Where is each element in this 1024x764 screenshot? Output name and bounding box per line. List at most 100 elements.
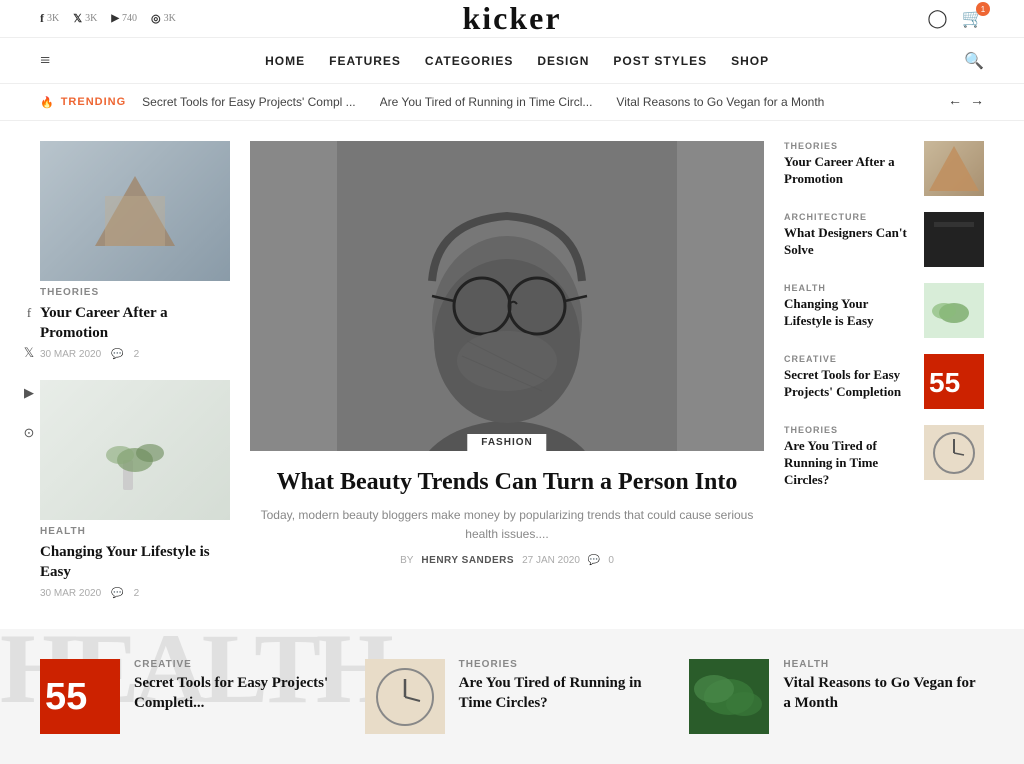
top-bar: f 3K 𝕏 3K ▶ 740 ◎ 3K kicker ◯ 🛒 1	[0, 0, 1024, 38]
left-comments-0: 2	[134, 349, 140, 360]
bottom-card-0: 55 CREATIVE Secret Tools for Easy Projec…	[40, 659, 335, 734]
left-article-1: HEALTH Changing Your Lifestyle is Easy 3…	[40, 380, 230, 599]
trending-prev[interactable]: ←	[948, 94, 962, 110]
right-info-1: ARCHITECTURE What Designers Can't Solve	[784, 212, 914, 259]
featured-date: 27 JAN 2020	[522, 555, 580, 566]
author-name[interactable]: HENRY SANDERS	[421, 555, 514, 566]
left-meta-0: 30 MAR 2020 💬 2	[40, 349, 230, 360]
cart-icon[interactable]: 🛒 1	[962, 8, 984, 29]
featured-comments: 0	[608, 555, 614, 566]
left-thumb-0	[40, 141, 230, 281]
sidebar-facebook-icon[interactable]: f	[15, 299, 43, 327]
youtube-icon: ▶	[111, 13, 119, 24]
user-icon[interactable]: ◯	[927, 8, 947, 29]
bottom-title-1[interactable]: Are You Tired of Running in Time Circles…	[459, 674, 660, 713]
left-category-0: THEORIES	[40, 287, 230, 298]
instagram-count: 3K	[164, 13, 176, 24]
facebook-count: 3K	[47, 13, 59, 24]
trending-item-2[interactable]: Vital Reasons to Go Vegan for a Month	[616, 95, 824, 109]
nav-design[interactable]: DESIGN	[537, 54, 589, 68]
nav-home[interactable]: HOME	[265, 54, 305, 68]
twitter-icon: 𝕏	[73, 12, 82, 25]
social-sidebar: f 𝕏 ▶ ⊙	[15, 299, 43, 447]
left-title-0[interactable]: Your Career After a Promotion	[40, 304, 230, 343]
right-category-2: HEALTH	[784, 283, 914, 293]
left-meta-1: 30 MAR 2020 💬 2	[40, 588, 230, 599]
author-by: BY	[400, 555, 413, 566]
trending-next[interactable]: →	[970, 94, 984, 110]
nav-shop[interactable]: SHOP	[731, 54, 769, 68]
left-date-0: 30 MAR 2020	[40, 349, 101, 360]
left-title-1[interactable]: Changing Your Lifestyle is Easy	[40, 543, 230, 582]
sidebar-twitter-icon[interactable]: 𝕏	[15, 339, 43, 367]
twitter-count: 3K	[85, 13, 97, 24]
bottom-info-2: HEALTH Vital Reasons to Go Vegan for a M…	[783, 659, 984, 713]
bottom-title-2[interactable]: Vital Reasons to Go Vegan for a Month	[783, 674, 984, 713]
right-article-0: THEORIES Your Career After a Promotion	[784, 141, 984, 196]
cart-badge: 1	[976, 2, 990, 16]
facebook-link[interactable]: f 3K	[40, 11, 59, 26]
bottom-title-0[interactable]: Secret Tools for Easy Projects' Completi…	[134, 674, 335, 713]
left-date-1: 30 MAR 2020	[40, 588, 101, 599]
nav-post-styles[interactable]: POST STYLES	[613, 54, 707, 68]
trending-bar: 🔥 TRENDING Secret Tools for Easy Project…	[0, 84, 1024, 121]
center-column: FASHION What Beauty Trends Can Turn a Pe…	[250, 141, 764, 599]
svg-text:55: 55	[929, 367, 960, 398]
comment-icon-1: 💬	[111, 588, 123, 599]
featured-category-tag: FASHION	[467, 434, 546, 451]
right-title-3[interactable]: Secret Tools for Easy Projects' Completi…	[784, 367, 914, 401]
trending-item-0[interactable]: Secret Tools for Easy Projects' Compl ..…	[142, 95, 355, 109]
right-info-0: THEORIES Your Career After a Promotion	[784, 141, 914, 188]
left-comments-1: 2	[134, 588, 140, 599]
featured-title[interactable]: What Beauty Trends Can Turn a Person Int…	[260, 467, 754, 498]
featured-image: FASHION	[250, 141, 764, 451]
trending-item-1[interactable]: Are You Tired of Running in Time Circl..…	[380, 95, 593, 109]
left-category-1: HEALTH	[40, 526, 230, 537]
social-links: f 3K 𝕏 3K ▶ 740 ◎ 3K	[40, 11, 176, 26]
left-column: THEORIES Your Career After a Promotion 3…	[40, 141, 230, 599]
right-thumb-4	[924, 425, 984, 480]
sidebar-instagram-icon[interactable]: ⊙	[15, 419, 43, 447]
youtube-link[interactable]: ▶ 740	[111, 13, 137, 24]
nav-categories[interactable]: CATEGORIES	[425, 54, 513, 68]
instagram-link[interactable]: ◎ 3K	[151, 12, 176, 25]
bottom-info-0: CREATIVE Secret Tools for Easy Projects'…	[134, 659, 335, 713]
right-title-4[interactable]: Are You Tired of Running in Time Circles…	[784, 438, 914, 489]
right-title-1[interactable]: What Designers Can't Solve	[784, 225, 914, 259]
nav-features[interactable]: FEATURES	[329, 54, 401, 68]
right-title-0[interactable]: Your Career After a Promotion	[784, 154, 914, 188]
hamburger-menu[interactable]: ≡	[40, 50, 50, 71]
trending-items: Secret Tools for Easy Projects' Compl ..…	[142, 95, 932, 109]
bottom-category-0: CREATIVE	[134, 659, 335, 670]
sidebar-youtube-icon[interactable]: ▶	[15, 379, 43, 407]
right-category-4: THEORIES	[784, 425, 914, 435]
right-article-3: CREATIVE Secret Tools for Easy Projects'…	[784, 354, 984, 409]
bottom-card-2: HEALTH Vital Reasons to Go Vegan for a M…	[689, 659, 984, 734]
right-title-2[interactable]: Changing Your Lifestyle is Easy	[784, 296, 914, 330]
nav-links: HOME FEATURES CATEGORIES DESIGN POST STY…	[70, 54, 964, 68]
bottom-section-wrap: HEALTH 55 CREATIVE Secret Tools for Easy…	[0, 619, 1024, 764]
site-logo[interactable]: kicker	[462, 0, 561, 37]
search-icon[interactable]: 🔍	[964, 51, 984, 71]
right-info-4: THEORIES Are You Tired of Running in Tim…	[784, 425, 914, 489]
featured-excerpt: Today, modern beauty bloggers make money…	[260, 506, 754, 544]
right-thumb-2	[924, 283, 984, 338]
bottom-section: HEALTH 55 CREATIVE Secret Tools for Easy…	[0, 629, 1024, 764]
featured-text: What Beauty Trends Can Turn a Person Int…	[250, 451, 764, 576]
left-thumb-1	[40, 380, 230, 520]
youtube-count: 740	[122, 13, 137, 24]
right-article-2: HEALTH Changing Your Lifestyle is Easy	[784, 283, 984, 338]
right-thumb-1	[924, 212, 984, 267]
instagram-icon: ◎	[151, 12, 161, 25]
right-category-1: ARCHITECTURE	[784, 212, 914, 222]
right-thumb-3: 55	[924, 354, 984, 409]
featured-meta: BY HENRY SANDERS 27 JAN 2020 💬 0	[260, 555, 754, 566]
bottom-thumb-1	[365, 659, 445, 734]
header-actions: ◯ 🛒 1	[927, 8, 984, 29]
twitter-link[interactable]: 𝕏 3K	[73, 12, 97, 25]
bottom-info-1: THEORIES Are You Tired of Running in Tim…	[459, 659, 660, 713]
left-article-0: THEORIES Your Career After a Promotion 3…	[40, 141, 230, 360]
trending-nav: ← →	[948, 94, 984, 110]
bottom-cards: 55 CREATIVE Secret Tools for Easy Projec…	[40, 659, 984, 734]
facebook-icon: f	[40, 11, 44, 26]
